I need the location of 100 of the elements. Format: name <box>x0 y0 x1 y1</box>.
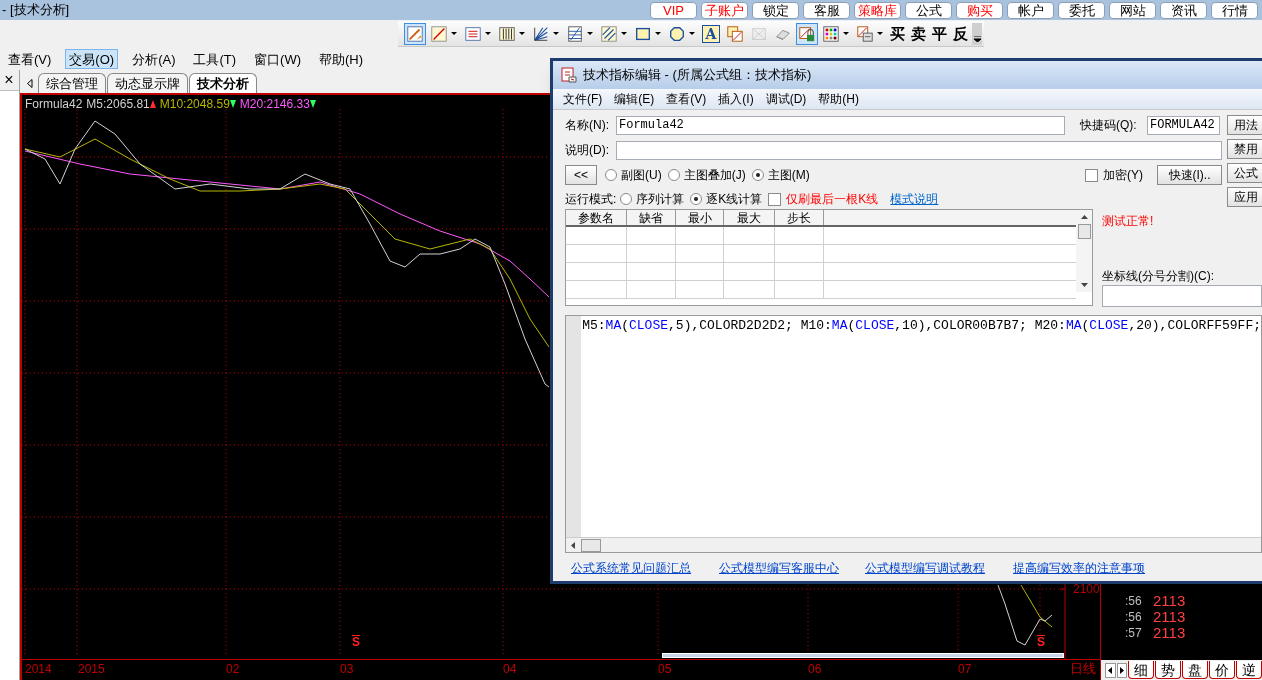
menu-item[interactable]: 插入(I) <box>718 90 754 108</box>
menu-item[interactable]: 文件(F) <box>563 90 603 108</box>
dialog-title: 技术指标编辑 - (所属公式组：技术指标) <box>583 66 812 85</box>
axis-label: 03 <box>340 662 354 676</box>
side-tab[interactable]: 逆 <box>1236 661 1262 679</box>
trade-button[interactable]: 平 <box>930 22 949 45</box>
tick-price: 2113 <box>1153 593 1186 609</box>
column-header: 最小 <box>676 210 724 225</box>
close-button[interactable]: × <box>0 70 18 90</box>
axis-label: 04 <box>503 662 517 676</box>
menu-item[interactable]: 工具(T) <box>189 49 241 69</box>
tab[interactable]: 综合管理 <box>38 73 106 93</box>
checkbox-label: 仅刷最后一根K线 <box>786 191 879 208</box>
period-label: 日线 <box>1070 662 1096 676</box>
side-button[interactable]: 公式 <box>1227 163 1262 183</box>
menu-item[interactable]: 分析(A) <box>128 49 180 69</box>
scroll-button[interactable] <box>1105 662 1116 678</box>
tick-time: :56 <box>1124 609 1143 626</box>
side-tab[interactable]: 细 <box>1128 661 1154 679</box>
side-tab[interactable]: 盘 <box>1182 661 1208 679</box>
radio-button[interactable] <box>605 169 617 181</box>
menu-item[interactable]: 帮助(H) <box>315 49 368 69</box>
top-button[interactable]: 公式 <box>905 1 952 19</box>
grid-lines-icon <box>566 24 584 43</box>
caret-icon <box>485 32 491 35</box>
checkbox-label: 加密(Y) <box>1103 167 1143 184</box>
radio-button[interactable] <box>751 169 764 181</box>
top-button[interactable]: VIP <box>650 1 697 19</box>
up-arrow-icon <box>1080 215 1088 219</box>
document-icon <box>561 67 577 83</box>
radio-button[interactable] <box>690 193 703 205</box>
tick-price: 2113 <box>1153 625 1186 641</box>
tab[interactable]: 技术分析 <box>189 73 257 93</box>
menu-item[interactable]: 帮助(H) <box>818 90 859 108</box>
top-button[interactable]: 委托 <box>1058 1 1105 19</box>
toolbar-overflow-button[interactable] <box>972 22 982 45</box>
radio-button[interactable] <box>620 193 633 205</box>
vertical-scrollbar[interactable] <box>1076 210 1092 292</box>
menu-item[interactable]: 调试(D) <box>765 90 807 108</box>
top-button[interactable]: 策略库 <box>854 1 901 19</box>
tool-button[interactable]: A <box>700 22 722 45</box>
radio-label: 逐K线计算 <box>706 191 763 208</box>
scroll-thumb[interactable] <box>1077 224 1091 239</box>
caret-icon <box>843 32 849 35</box>
pen-icon <box>406 24 424 43</box>
help-link[interactable]: 模式说明 <box>890 190 939 208</box>
help-link[interactable]: 公式系统常见问题汇总 <box>571 561 691 576</box>
help-link[interactable]: 公式模型编写调试教程 <box>865 561 985 576</box>
axis-label: 02 <box>226 662 240 676</box>
menu-item[interactable]: 编辑(E) <box>614 90 655 108</box>
horizontal-scrollbar[interactable] <box>566 537 1261 552</box>
quick-button[interactable]: 快速(I).. <box>1157 165 1222 185</box>
test-status: 测试正常! <box>1102 213 1155 230</box>
radio-button[interactable] <box>667 169 680 181</box>
name-field[interactable]: Formula42 <box>616 115 1065 135</box>
hotkey-field[interactable]: FORMULA42 <box>1147 115 1220 135</box>
line-icon <box>430 24 448 43</box>
palette-icon <box>822 24 840 43</box>
top-button[interactable]: 行情 <box>1211 1 1258 19</box>
tab[interactable]: 动态显示牌 <box>107 73 188 93</box>
axis-lines-field[interactable] <box>1102 285 1262 307</box>
column-header: 最大 <box>724 210 775 225</box>
top-button[interactable]: 锁定 <box>752 1 799 19</box>
legend-value: M20:2146.33 <box>239 96 310 112</box>
field-label: 快捷码(Q): <box>1080 117 1138 134</box>
side-button[interactable]: 应用 <box>1227 187 1262 207</box>
checkbox[interactable] <box>768 192 782 206</box>
menu-item[interactable]: 查看(V) <box>666 90 707 108</box>
menu-item[interactable]: 查看(V) <box>4 49 56 69</box>
tick-time: :56 <box>1124 593 1143 610</box>
top-button[interactable]: 购买 <box>956 1 1003 19</box>
trade-button[interactable]: 买 <box>888 22 907 45</box>
side-button[interactable]: 禁用 <box>1227 139 1262 159</box>
field-label: 说明(D): <box>565 142 610 159</box>
help-link[interactable]: 公式模型编写客服中心 <box>719 561 839 576</box>
column-header: 步长 <box>775 210 824 225</box>
collapse-button[interactable]: << <box>565 165 597 185</box>
top-button[interactable]: 客服 <box>803 1 850 19</box>
menu-item[interactable]: 窗口(W) <box>250 49 305 69</box>
scroll-button[interactable] <box>1116 662 1127 678</box>
axis-label: 2015 <box>78 662 105 676</box>
axis-label: 06 <box>808 662 822 676</box>
trade-button[interactable]: 卖 <box>909 22 928 45</box>
top-button[interactable]: 帐户 <box>1007 1 1054 19</box>
top-button[interactable]: 子账户 <box>701 1 748 19</box>
column-header: 参数名 <box>566 210 627 225</box>
side-tab[interactable]: 势 <box>1155 661 1181 679</box>
trade-button[interactable]: 反 <box>951 22 970 45</box>
code-editor[interactable]: M5:MA(CLOSE,5),COLORD2D2D2; M10:MA(CLOSE,10),COLOR00B7B7; M20:MA(CLOSE,20),COLORFF59FF; <box>565 315 1262 553</box>
scroll-thumb[interactable] <box>581 538 601 552</box>
top-button[interactable]: 资讯 <box>1160 1 1207 19</box>
top-button[interactable]: 网站 <box>1109 1 1156 19</box>
side-tab[interactable]: 价 <box>1209 661 1235 679</box>
help-link[interactable]: 提高编写效率的注意事项 <box>1013 561 1145 576</box>
checkbox[interactable] <box>1085 168 1098 182</box>
legend-title: Formula42 <box>25 96 83 112</box>
description-field[interactable] <box>616 140 1222 160</box>
menu-item[interactable]: 交易(O) <box>65 49 119 69</box>
side-button[interactable]: 用法 <box>1227 115 1262 135</box>
field-label: 运行模式: <box>565 191 617 208</box>
